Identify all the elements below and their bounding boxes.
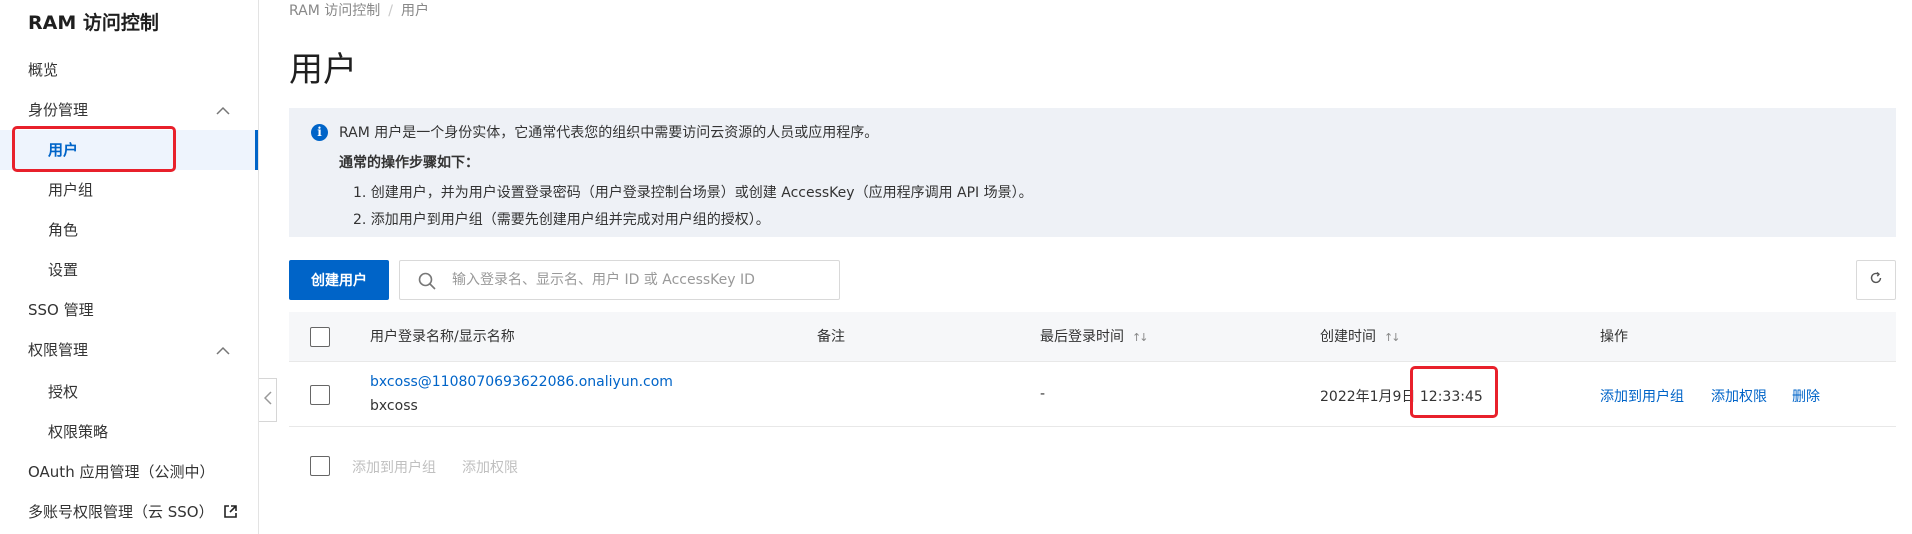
add-to-group-link[interactable]: 添加到用户组 — [1600, 386, 1684, 406]
breadcrumb: RAM 访问控制 / 用户 — [289, 0, 429, 20]
sidebar-item-grants[interactable]: 授权 — [0, 372, 258, 412]
add-permission-link[interactable]: 添加权限 — [1711, 386, 1767, 406]
sidebar-item-policies[interactable]: 权限策略 — [0, 412, 258, 452]
bulk-add-permission-button[interactable]: 添加权限 — [462, 457, 518, 477]
info-description: RAM 用户是一个身份实体，它通常代表您的组织中需要访问云资源的人员或应用程序。 — [339, 125, 879, 141]
column-header-remark: 备注 — [817, 329, 845, 345]
sidebar-item-label: 权限管理 — [28, 341, 89, 359]
bulk-select-checkbox[interactable] — [310, 456, 330, 476]
column-header-label: 创建时间 — [1320, 329, 1376, 345]
sidebar: RAM 访问控制 概览 身份管理 用户 用户组 角色 设置 SSO 管理 权限管… — [0, 0, 259, 534]
sidebar-item-overview[interactable]: 概览 — [0, 50, 258, 90]
info-icon: i — [311, 124, 328, 141]
search-input[interactable] — [452, 261, 832, 299]
sidebar-group-identity[interactable]: 身份管理 — [0, 90, 258, 130]
column-header-login-name: 用户登录名称/显示名称 — [370, 329, 515, 345]
create-user-button[interactable]: 创建用户 — [289, 260, 389, 300]
sidebar-item-settings[interactable]: 设置 — [0, 250, 258, 290]
select-all-checkbox[interactable] — [310, 327, 330, 347]
sidebar-item-roles[interactable]: 角色 — [0, 210, 258, 250]
sort-icon[interactable]: ↑↓ — [1132, 313, 1149, 363]
column-header-actions: 操作 — [1600, 329, 1628, 345]
info-heading: 通常的操作步骤如下： — [339, 155, 479, 171]
sidebar-item-label: 多账号权限管理（云 SSO） — [28, 503, 214, 521]
column-header-created[interactable]: 创建时间 ↑↓ — [1320, 312, 1401, 363]
sidebar-item-label: 角色 — [48, 221, 79, 239]
search-box — [399, 260, 840, 300]
sidebar-group-permissions[interactable]: 权限管理 — [0, 330, 258, 370]
chevron-left-icon — [263, 391, 272, 409]
column-header-label: 最后登录时间 — [1040, 329, 1124, 345]
user-last-login: - — [1040, 386, 1046, 402]
sidebar-item-label: 身份管理 — [28, 101, 89, 119]
info-step-2: 2. 添加用户到用户组（需要先创建用户组并完成对用户组的授权）。 — [353, 212, 770, 228]
highlight-box-add-permission — [1410, 366, 1498, 418]
table-row: bxcoss@1108070693622086.onaliyun.com bxc… — [289, 362, 1896, 427]
column-header-last-login[interactable]: 最后登录时间 ↑↓ — [1040, 312, 1149, 363]
sidebar-item-oauth[interactable]: OAuth 应用管理（公测中） — [0, 452, 258, 492]
row-checkbox[interactable] — [310, 385, 330, 405]
sidebar-title: RAM 访问控制 — [28, 12, 159, 34]
highlight-box-users — [12, 126, 176, 172]
sort-icon[interactable]: ↑↓ — [1384, 313, 1401, 363]
sidebar-item-label: 授权 — [48, 383, 79, 401]
sidebar-item-label: 设置 — [48, 261, 79, 279]
sidebar-item-label: 概览 — [28, 61, 59, 79]
refresh-button[interactable] — [1856, 260, 1896, 300]
breadcrumb-separator: / — [388, 3, 393, 19]
user-display-name: bxcoss — [370, 398, 418, 414]
search-icon — [418, 272, 436, 290]
breadcrumb-root[interactable]: RAM 访问控制 — [289, 3, 380, 19]
info-banner: i RAM 用户是一个身份实体，它通常代表您的组织中需要访问云资源的人员或应用程… — [289, 108, 1896, 237]
table-header: 用户登录名称/显示名称 备注 最后登录时间 ↑↓ 创建时间 ↑↓ 操作 — [289, 312, 1896, 362]
breadcrumb-current: 用户 — [401, 3, 429, 19]
sidebar-collapse-toggle[interactable] — [259, 378, 277, 422]
sidebar-item-cloud-sso[interactable]: 多账号权限管理（云 SSO） — [0, 492, 258, 532]
info-step-1: 1. 创建用户，并为用户设置登录密码（用户登录控制台场景）或创建 AccessK… — [353, 185, 1033, 201]
sidebar-item-label: SSO 管理 — [28, 301, 94, 319]
sidebar-item-user-groups[interactable]: 用户组 — [0, 170, 258, 210]
page-title: 用户 — [289, 50, 357, 90]
user-login-name-link[interactable]: bxcoss@1108070693622086.onaliyun.com — [370, 374, 673, 390]
sidebar-item-label: 权限策略 — [48, 423, 109, 441]
external-link-icon — [224, 493, 238, 518]
bulk-add-to-group-button[interactable]: 添加到用户组 — [352, 457, 436, 477]
sidebar-item-label: 用户组 — [48, 181, 94, 199]
refresh-icon — [1869, 271, 1883, 289]
sidebar-item-sso[interactable]: SSO 管理 — [0, 290, 258, 330]
delete-link[interactable]: 删除 — [1792, 386, 1820, 406]
sidebar-item-label: OAuth 应用管理（公测中） — [28, 463, 215, 481]
